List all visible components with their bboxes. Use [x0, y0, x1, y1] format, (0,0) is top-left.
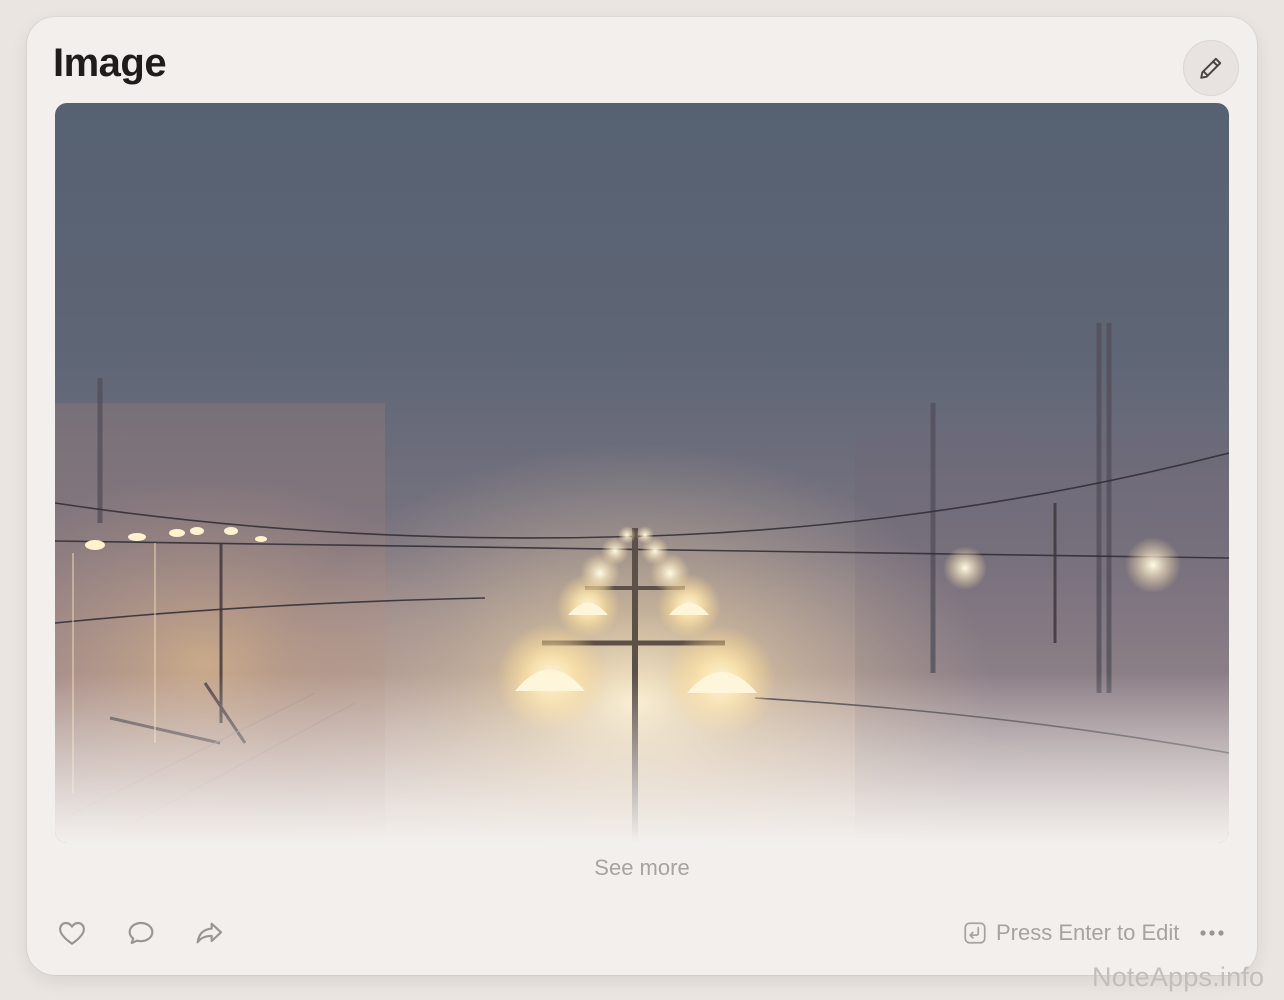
pencil-icon [1200, 57, 1222, 79]
share-button[interactable] [191, 915, 227, 951]
watermark: NoteApps.info [1092, 962, 1265, 992]
edit-hint-label: Press Enter to Edit [996, 920, 1180, 945]
comment-button[interactable] [123, 915, 159, 951]
share-icon [196, 922, 223, 944]
card-title: Image [53, 41, 167, 85]
enter-key-icon [964, 922, 986, 944]
foggy-station-photo[interactable] [55, 103, 1229, 843]
comment-icon [128, 921, 154, 945]
heart-icon [59, 921, 85, 945]
edit-button[interactable] [1183, 40, 1239, 96]
like-button[interactable] [54, 915, 90, 951]
see-more-link[interactable]: See more [27, 855, 1257, 881]
image-fade-overlay [55, 673, 1229, 843]
edit-hint: Press Enter to Edit [962, 917, 1179, 949]
ellipsis-icon [1200, 930, 1224, 936]
more-options-button[interactable] [1195, 917, 1229, 949]
image-card: Image See more Press Enter to Edit [27, 17, 1257, 975]
